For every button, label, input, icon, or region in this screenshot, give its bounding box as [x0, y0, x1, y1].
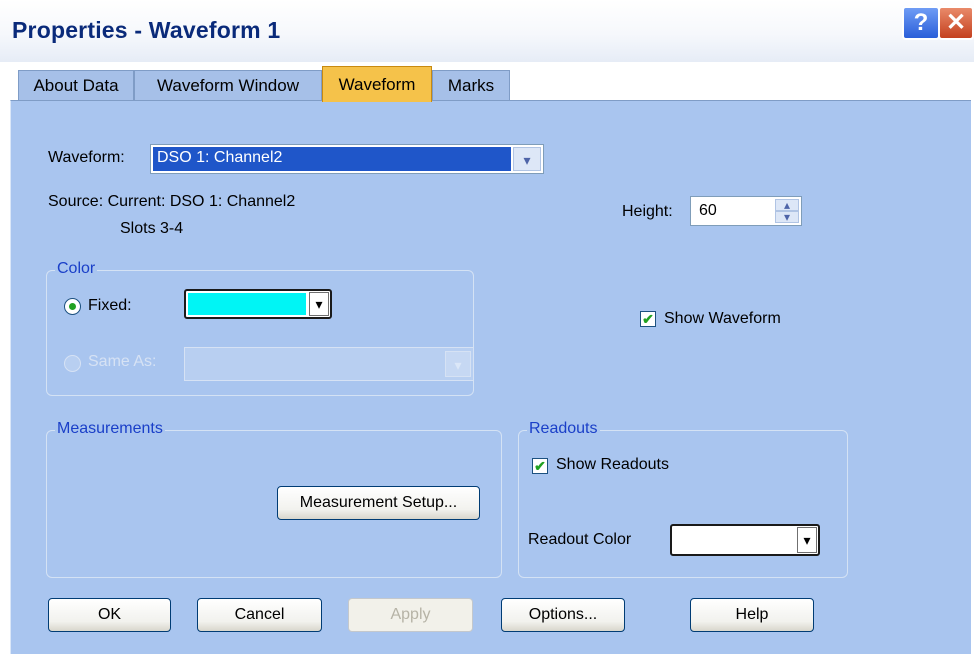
tab-marks[interactable]: Marks: [432, 70, 510, 100]
show-readouts-checkbox[interactable]: ✔: [532, 458, 548, 474]
slots-text: Slots 3-4: [120, 220, 184, 237]
chevron-down-icon[interactable]: ▾: [513, 147, 541, 171]
fixed-radio[interactable]: [64, 298, 81, 315]
show-waveform-label: Show Waveform: [664, 310, 781, 327]
properties-dialog: Properties - Waveform 1 ? ✕ About Data W…: [0, 0, 974, 654]
tab-waveform[interactable]: Waveform: [322, 66, 432, 102]
window-title: Properties - Waveform 1: [12, 17, 281, 43]
chevron-down-icon[interactable]: ▾: [797, 527, 817, 553]
readout-color-swatch: [674, 528, 794, 552]
show-waveform-checkbox[interactable]: ✔: [640, 311, 656, 327]
same-as-label: Same As:: [88, 353, 157, 370]
chevron-down-icon[interactable]: ▾: [445, 351, 471, 377]
source-text: Source: Current: DSO 1: Channel2: [48, 193, 296, 210]
readouts-group-title: Readouts: [527, 420, 600, 438]
apply-button[interactable]: Apply: [348, 598, 473, 632]
fixed-label: Fixed:: [88, 297, 132, 314]
height-spinner[interactable]: 60 ▴ ▾: [690, 196, 802, 226]
cancel-button[interactable]: Cancel: [197, 598, 322, 632]
tab-waveform-window[interactable]: Waveform Window: [134, 70, 322, 100]
help-button[interactable]: Help: [690, 598, 814, 632]
same-as-select[interactable]: ▾: [184, 347, 474, 381]
waveform-selected-value: DSO 1: Channel2: [153, 147, 511, 171]
measurements-group-title: Measurements: [55, 420, 165, 438]
spin-down-icon[interactable]: ▾: [775, 211, 799, 223]
fixed-color-picker[interactable]: ▾: [184, 289, 332, 319]
fixed-color-swatch: [188, 293, 306, 315]
help-icon[interactable]: ?: [902, 6, 940, 40]
same-as-radio[interactable]: [64, 355, 81, 372]
chevron-down-icon[interactable]: ▾: [309, 292, 329, 316]
height-value: 60: [699, 202, 717, 219]
ok-button[interactable]: OK: [48, 598, 171, 632]
waveform-select[interactable]: DSO 1: Channel2 ▾: [150, 144, 544, 174]
close-icon[interactable]: ✕: [938, 6, 974, 40]
color-group-title: Color: [55, 260, 98, 278]
tab-about-data[interactable]: About Data: [18, 70, 134, 100]
waveform-label: Waveform:: [48, 149, 125, 166]
options-button[interactable]: Options...: [501, 598, 625, 632]
readout-color-label: Readout Color: [528, 531, 632, 548]
measurement-setup-button[interactable]: Measurement Setup...: [277, 486, 480, 520]
readout-color-picker[interactable]: ▾: [670, 524, 820, 556]
title-bar: Properties - Waveform 1 ? ✕: [0, 0, 974, 62]
show-readouts-label: Show Readouts: [556, 456, 669, 473]
height-label: Height:: [622, 203, 673, 220]
